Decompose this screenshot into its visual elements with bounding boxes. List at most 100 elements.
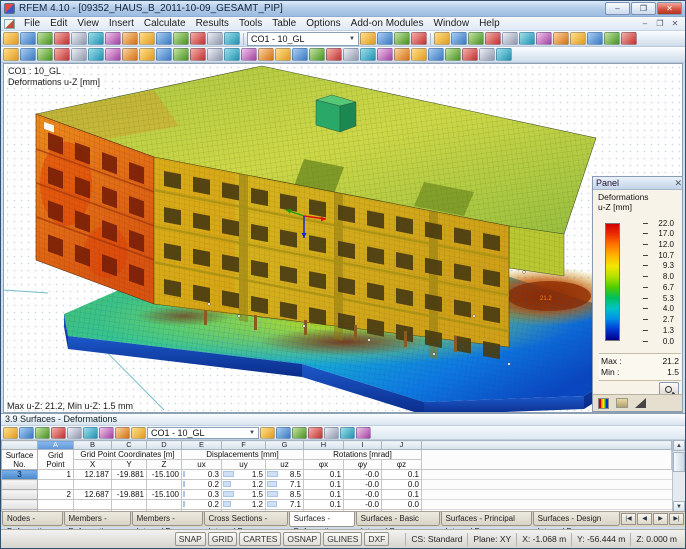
results-internal-forces-icon[interactable] (343, 48, 359, 61)
pan-view-icon[interactable] (502, 32, 518, 45)
clipping-plane-icon[interactable] (462, 48, 478, 61)
grid-settings-icon[interactable] (54, 48, 70, 61)
rot-phix-cell[interactable]: 0.1 (304, 490, 344, 500)
grid-point-cell[interactable] (38, 500, 74, 510)
maximize-button[interactable]: ❐ (631, 2, 656, 15)
view-next-table-icon[interactable] (67, 427, 82, 439)
coord-x-cell[interactable] (74, 500, 112, 510)
menu-edit[interactable]: Edit (45, 17, 72, 30)
disp-uz-cell[interactable]: 8.5 (266, 490, 304, 500)
select-objects-icon[interactable] (434, 32, 450, 45)
col-header-surface[interactable]: SurfaceNo. (2, 450, 38, 470)
results-stresses-icon[interactable] (360, 48, 376, 61)
coord-z-cell[interactable]: -15.100 (147, 470, 182, 480)
results-deformation-icon[interactable] (326, 48, 342, 61)
close-button[interactable]: ✕ (657, 2, 682, 15)
column-letter-I[interactable]: I (344, 441, 382, 450)
panel-title-bar[interactable]: Panel ✕ (593, 177, 683, 190)
col-header-x[interactable]: X (74, 460, 112, 470)
load-case-combo[interactable]: CO1 - 10_GL ▼ (247, 32, 359, 46)
save-icon[interactable] (37, 32, 53, 45)
calculation-icon[interactable] (411, 32, 427, 45)
new-member-icon[interactable] (105, 48, 121, 61)
grid-point-cell[interactable] (38, 480, 74, 490)
next-table-button[interactable]: ▶ (653, 513, 668, 525)
display-numbering-icon[interactable] (394, 48, 410, 61)
col-header-y[interactable]: Y (112, 460, 147, 470)
menu-tools[interactable]: Tools (234, 17, 267, 30)
column-letter-A[interactable]: A (38, 441, 74, 450)
rot-phix-cell[interactable]: 0.1 (304, 470, 344, 480)
grid-point-cell[interactable]: 1 (38, 470, 74, 480)
coord-y-cell[interactable] (112, 500, 147, 510)
table-rows-icon[interactable] (115, 427, 130, 439)
rot-phiz-cell[interactable]: 0.0 (382, 480, 422, 490)
disp-uy-cell[interactable]: 1.2 (222, 500, 266, 510)
col-header-phiy[interactable]: φy (344, 460, 382, 470)
panel-factors-tab-icon[interactable] (616, 398, 628, 408)
disp-uy-cell[interactable]: 1.5 (222, 470, 266, 480)
panel-filter-tab-icon[interactable] (635, 398, 646, 408)
new-line-icon[interactable] (88, 48, 104, 61)
title-bar[interactable]: RFEM 4.10 - [09352_HAUS_B_2011-10-09_GES… (1, 1, 685, 17)
graphics-viewport[interactable]: CO1 : 10_GL Deformations u-Z [mm] (3, 63, 683, 413)
mdi-close-icon[interactable]: ✕ (669, 19, 681, 28)
zoom-out-icon[interactable] (485, 32, 501, 45)
table-case-combo[interactable]: CO1 - 10_GL ▼ (147, 427, 259, 439)
last-table-button[interactable]: ▶| (669, 513, 684, 525)
show-tables-icon[interactable] (207, 32, 223, 45)
edit-mode-icon[interactable] (173, 32, 189, 45)
menu-window[interactable]: Window (429, 17, 475, 30)
disp-ux-cell[interactable]: 0.2 (182, 500, 222, 510)
coord-x-cell[interactable] (74, 480, 112, 490)
column-letter-C[interactable]: C (112, 441, 147, 450)
tab-members-deformations[interactable]: Members - Deformations (64, 512, 131, 526)
mdi-minimize-icon[interactable]: – (639, 19, 651, 28)
mdi-document-icon[interactable] (4, 19, 15, 29)
toggle-osnap[interactable]: OSNAP (283, 532, 321, 546)
view-z-icon[interactable] (570, 32, 586, 45)
full-view-icon[interactable] (621, 32, 637, 45)
col-header-z[interactable]: Z (147, 460, 182, 470)
disp-uy-cell[interactable]: 1.5 (222, 490, 266, 500)
col-header-grid-point[interactable]: GridPoint (38, 450, 74, 470)
coord-x-cell[interactable]: 12.187 (74, 470, 112, 480)
col-header-uz[interactable]: uz (266, 460, 304, 470)
grid-point-cell[interactable]: 2 (38, 490, 74, 500)
redo-table-icon[interactable] (99, 427, 114, 439)
column-letter-E[interactable]: E (182, 441, 222, 450)
work-plane-icon[interactable] (37, 48, 53, 61)
chevron-down-icon[interactable]: ▼ (249, 430, 255, 436)
disp-ux-cell[interactable]: 0.2 (182, 480, 222, 490)
view-y-icon[interactable] (553, 32, 569, 45)
tab-members-internal-forces[interactable]: Members - Internal Forces (132, 512, 203, 526)
surface-no-cell[interactable] (2, 490, 38, 500)
coord-z-cell[interactable] (147, 500, 182, 510)
toggle-grid[interactable]: GRID (208, 532, 237, 546)
filter-results-icon[interactable] (292, 427, 307, 439)
tab-surfaces-design-internal-forces[interactable]: Surfaces - Design Internal Forces (533, 512, 620, 526)
grid-corner-cell[interactable] (2, 441, 38, 450)
coord-y-cell[interactable] (112, 480, 147, 490)
undo-icon[interactable] (105, 32, 121, 45)
undo-table-icon[interactable] (83, 427, 98, 439)
isometric-view-icon[interactable] (587, 32, 603, 45)
minimize-button[interactable]: – (605, 2, 630, 15)
next-load-case-icon[interactable] (377, 32, 393, 45)
column-letter-F[interactable]: F (222, 441, 266, 450)
menu-add-on-modules[interactable]: Add-on Modules (346, 17, 429, 30)
scrollbar-thumb[interactable] (673, 452, 685, 472)
member-hinge-icon[interactable] (190, 48, 206, 61)
coord-y-cell[interactable]: -19.881 (112, 490, 147, 500)
toggle-cartes[interactable]: CARTES (239, 532, 281, 546)
snap-points-icon[interactable] (3, 48, 19, 61)
save-all-icon[interactable] (54, 32, 70, 45)
building-model-3d[interactable]: 21.2 (4, 64, 683, 412)
first-table-button[interactable]: |◀ (621, 513, 636, 525)
toggle-glines[interactable]: GLINES (323, 532, 362, 546)
line-support-icon[interactable] (173, 48, 189, 61)
panel-close-icon[interactable]: ✕ (674, 179, 682, 188)
coord-z-cell[interactable] (147, 480, 182, 490)
copy-icon[interactable] (156, 32, 172, 45)
menu-file[interactable]: File (19, 17, 45, 30)
